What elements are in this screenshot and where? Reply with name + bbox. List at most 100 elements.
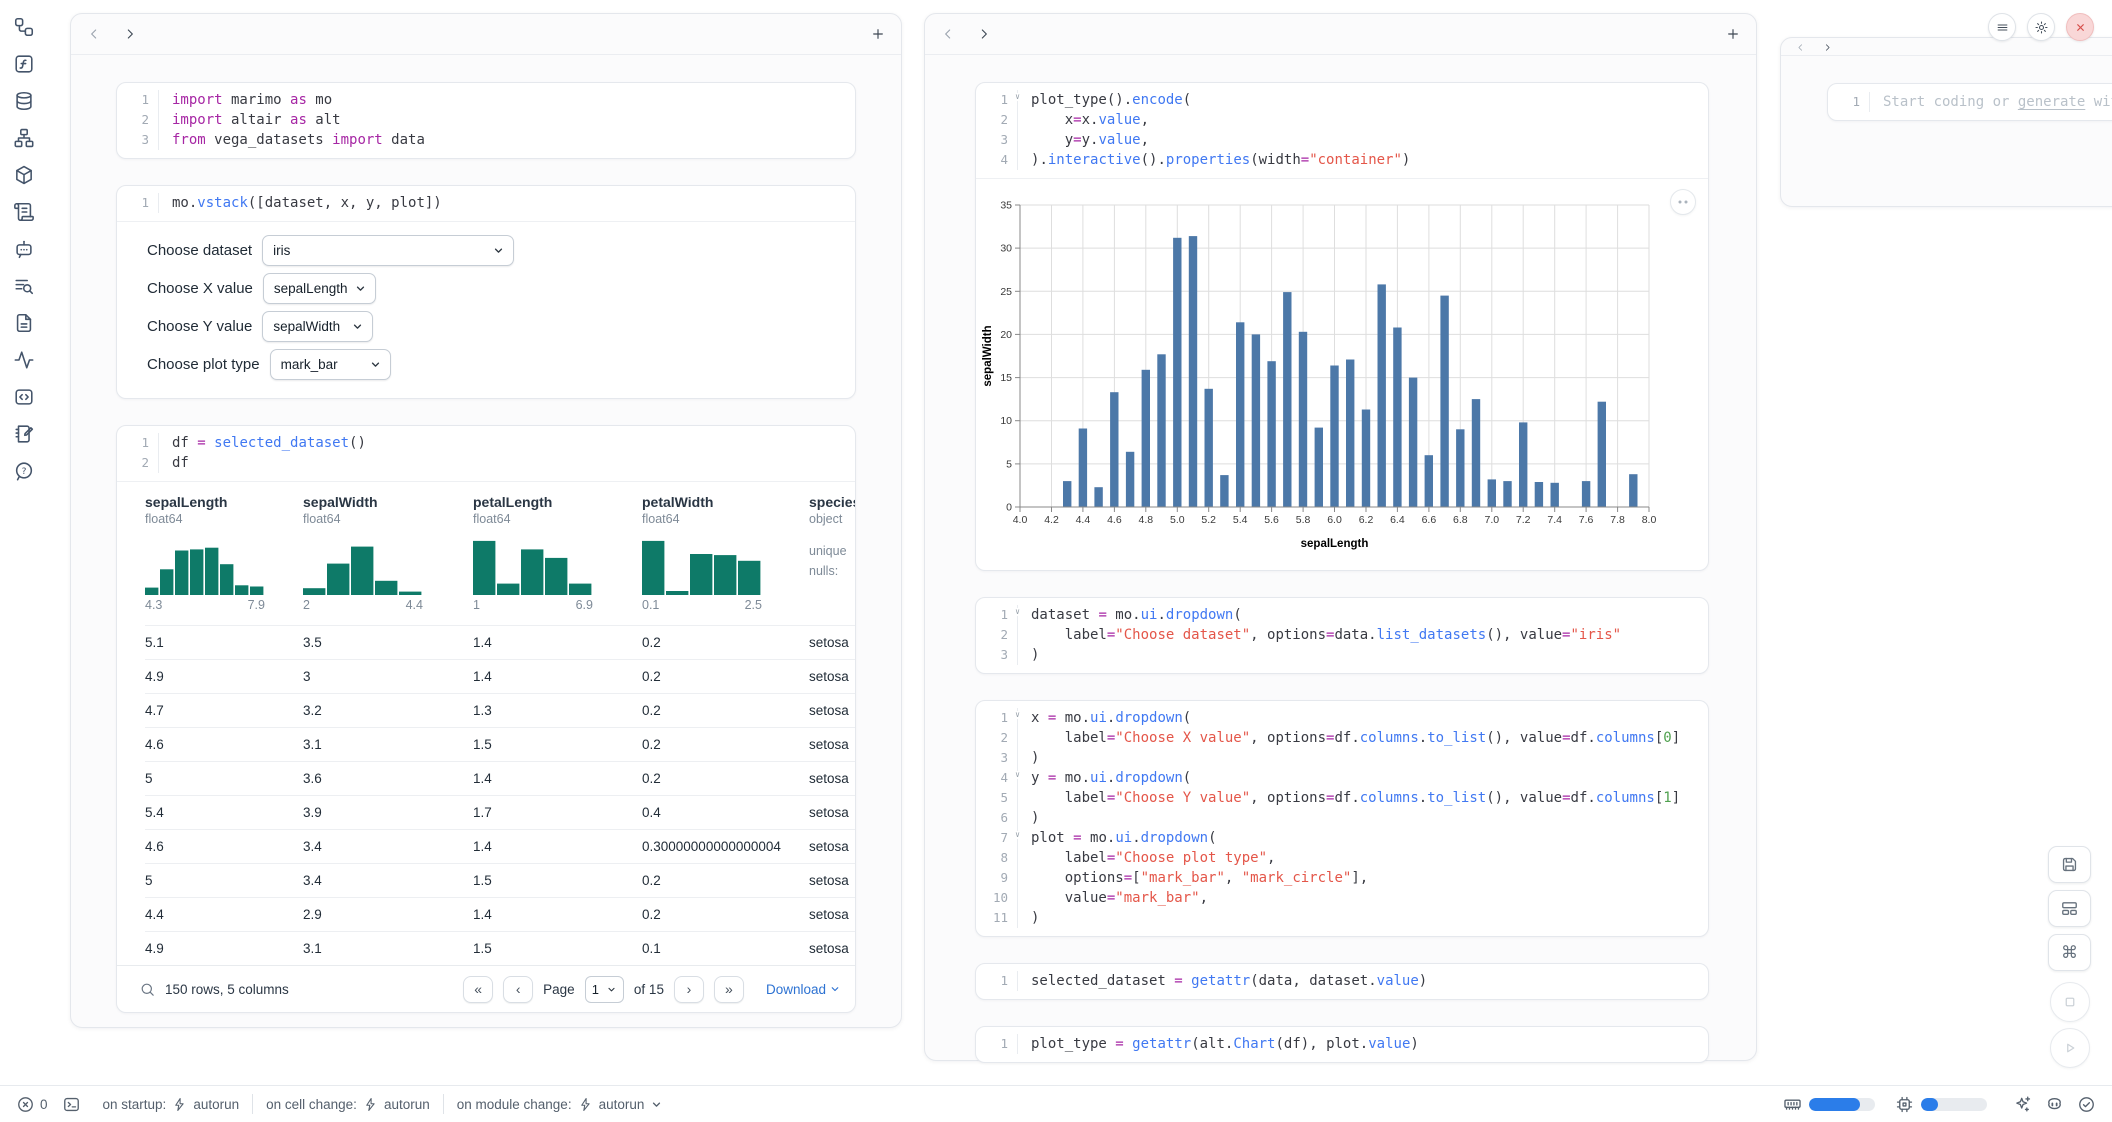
table-cell: 1.5: [473, 941, 642, 956]
terminal-button[interactable]: [62, 1095, 81, 1114]
empty-code-cell[interactable]: 1 Start coding or generate with: [1827, 83, 2112, 121]
bolt-icon: [172, 1097, 187, 1112]
add-cell-button[interactable]: [1725, 26, 1741, 42]
on-module-change-setting[interactable]: on module change: autorun: [457, 1097, 664, 1112]
choose-x-value-select[interactable]: sepalLength: [263, 273, 376, 304]
table-cell: 5: [145, 771, 303, 786]
save-button[interactable]: [2048, 846, 2091, 883]
table-row[interactable]: 53.41.50.2setosa: [145, 863, 855, 897]
panel-back-button[interactable]: [86, 26, 102, 42]
code-editor[interactable]: 1∨dataset = mo.ui.dropdown(2 label="Choo…: [976, 598, 1708, 673]
code-cell-imports: 1import marimo as mo2import altair as al…: [116, 82, 856, 159]
code-editor[interactable]: 1∨plot_type().encode(2 x=x.value,3 y=y.v…: [976, 83, 1708, 178]
error-circle-icon: [16, 1095, 35, 1114]
table-row[interactable]: 4.63.41.40.30000000000000004setosa: [145, 829, 855, 863]
layout-button[interactable]: [2048, 890, 2091, 927]
shortcuts-button[interactable]: ⌘: [2048, 934, 2091, 971]
first-page-button[interactable]: «: [463, 976, 493, 1003]
download-button[interactable]: Download: [766, 982, 841, 997]
panel-forward-button[interactable]: [976, 26, 992, 42]
document-button[interactable]: [12, 311, 36, 335]
on-startup-setting[interactable]: on startup: autorun: [103, 1097, 240, 1112]
table-cell: 5: [145, 873, 303, 888]
code-editor[interactable]: 1∨x = mo.ui.dropdown(2 label="Choose X v…: [976, 701, 1708, 936]
panel-forward-button[interactable]: [1822, 41, 1833, 52]
code-cell-selected-dataset: 1selected_dataset = getattr(data, datase…: [975, 963, 1709, 1000]
settings-button[interactable]: [2027, 13, 2055, 41]
table-row[interactable]: 5.43.91.70.4setosa: [145, 795, 855, 829]
column-header[interactable]: sepalWidthfloat6424.4: [303, 494, 473, 612]
run-button[interactable]: [2050, 1028, 2090, 1068]
altair-bar-chart[interactable]: 4.04.24.44.64.85.05.25.45.65.86.06.26.46…: [980, 189, 1684, 559]
errors-button[interactable]: 0: [16, 1095, 48, 1114]
table-row[interactable]: 4.93.11.50.1setosa: [145, 931, 855, 965]
chatbot-button[interactable]: [12, 237, 36, 261]
column-header[interactable]: sepalLengthfloat644.37.9: [145, 494, 303, 612]
function-button[interactable]: [12, 52, 36, 76]
table-row[interactable]: 4.63.11.50.2setosa: [145, 727, 855, 761]
table-row[interactable]: 4.931.40.2setosa: [145, 659, 855, 693]
panel-back-button[interactable]: [940, 26, 956, 42]
code-editor[interactable]: 1mo.vstack([dataset, x, y, plot]): [117, 186, 855, 221]
scratchpad-button[interactable]: [12, 422, 36, 446]
column-header[interactable]: petalWidthfloat640.12.5: [642, 494, 809, 612]
code-line: 3 y=y.value,: [976, 130, 1708, 150]
generate-link[interactable]: generate: [2018, 94, 2085, 110]
last-page-button[interactable]: »: [714, 976, 744, 1003]
prev-page-button[interactable]: ‹: [503, 976, 533, 1003]
activity-button[interactable]: [12, 348, 36, 372]
fold-marker-icon[interactable]: ∨: [1015, 93, 1020, 101]
code-line: 2 label="Choose X value", options=df.col…: [976, 728, 1708, 748]
add-cell-button[interactable]: [870, 26, 886, 42]
table-row[interactable]: 5.13.51.40.2setosa: [145, 625, 855, 659]
column-name: species: [809, 494, 855, 510]
table-row[interactable]: 53.61.40.2setosa: [145, 761, 855, 795]
column-header[interactable]: speciesobjectuniquenulls:: [809, 494, 855, 612]
choose-dataset-select[interactable]: iris: [262, 235, 514, 266]
output-menu-button[interactable]: [1670, 189, 1696, 215]
choose-y-value-select[interactable]: sepalWidth: [262, 311, 373, 342]
column-header[interactable]: petalLengthfloat6416.9: [473, 494, 642, 612]
package-button[interactable]: [12, 163, 36, 187]
function-icon: [13, 53, 35, 75]
fold-marker-icon[interactable]: ∨: [1015, 608, 1020, 616]
table-row[interactable]: 4.73.21.30.2setosa: [145, 693, 855, 727]
code-editor[interactable]: 1import marimo as mo2import altair as al…: [117, 83, 855, 158]
fold-marker-icon[interactable]: ∨: [1015, 711, 1020, 719]
search-list-button[interactable]: [12, 274, 36, 298]
fold-marker-icon[interactable]: ∨: [1015, 831, 1020, 839]
code-editor[interactable]: 1plot_type = getattr(alt.Chart(df), plot…: [976, 1027, 1708, 1062]
svg-text:5.8: 5.8: [1296, 514, 1311, 526]
menu-button[interactable]: [1988, 13, 2016, 41]
copilot-button[interactable]: [2045, 1095, 2064, 1114]
column-name: petalWidth: [642, 494, 809, 510]
panel-forward-button[interactable]: [122, 26, 138, 42]
on-cell-change-setting[interactable]: on cell change: autorun: [266, 1097, 430, 1112]
help-button[interactable]: ?: [12, 459, 36, 483]
next-page-button[interactable]: ›: [674, 976, 704, 1003]
line-number: 3: [976, 130, 1018, 150]
code-editor[interactable]: 1selected_dataset = getattr(data, datase…: [976, 964, 1708, 999]
ai-assistant-button[interactable]: [2013, 1095, 2032, 1114]
choose-plot-type-select[interactable]: mark_bar: [270, 349, 391, 380]
cpu-usage-meter: [1921, 1098, 1987, 1111]
fold-marker-icon[interactable]: ∨: [1015, 771, 1020, 779]
table-cell: setosa: [809, 907, 855, 922]
table-cell: 0.2: [642, 635, 809, 650]
table-row[interactable]: 4.42.91.40.2setosa: [145, 897, 855, 931]
close-button[interactable]: [2066, 13, 2094, 41]
scroll-button[interactable]: [12, 200, 36, 224]
connection-status-button[interactable]: [2077, 1095, 2096, 1114]
snippets-button[interactable]: [12, 385, 36, 409]
code-editor[interactable]: 1df = selected_dataset()2df: [117, 426, 855, 481]
stop-button[interactable]: [2050, 982, 2090, 1022]
help-icon: ?: [13, 460, 35, 482]
chatbot-icon: [13, 238, 35, 260]
page-select[interactable]: 1: [585, 976, 624, 1003]
search-icon[interactable]: [139, 981, 156, 998]
panel-back-button[interactable]: [1795, 41, 1806, 52]
database-button[interactable]: [12, 89, 36, 113]
file-tree-button[interactable]: [12, 15, 36, 39]
dependency-graph-button[interactable]: [12, 126, 36, 150]
table-header: sepalLengthfloat644.37.9sepalWidthfloat6…: [145, 494, 855, 612]
